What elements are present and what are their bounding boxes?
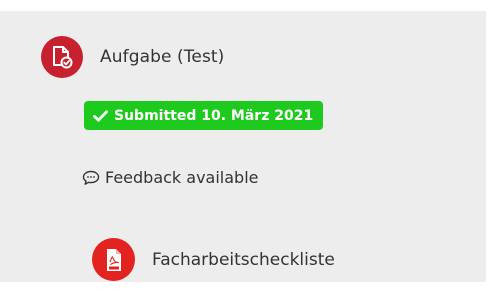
pdf-file-icon [92,238,135,281]
activity-title[interactable]: Aufgabe (Test) [100,47,224,67]
resource-pdf-link[interactable]: Facharbeitscheckliste [92,238,335,281]
submission-status-text: Submitted 10. März 2021 [114,107,314,124]
speech-bubble-icon [82,170,100,186]
resource-title[interactable]: Facharbeitscheckliste [152,250,335,270]
check-icon [93,109,108,122]
assignment-icon [41,36,83,78]
activity-assignment-link[interactable]: Aufgabe (Test) [41,36,224,78]
feedback-link[interactable]: Feedback available [82,168,259,187]
feedback-text[interactable]: Feedback available [105,168,259,187]
submission-status-badge: Submitted 10. März 2021 [84,101,324,130]
